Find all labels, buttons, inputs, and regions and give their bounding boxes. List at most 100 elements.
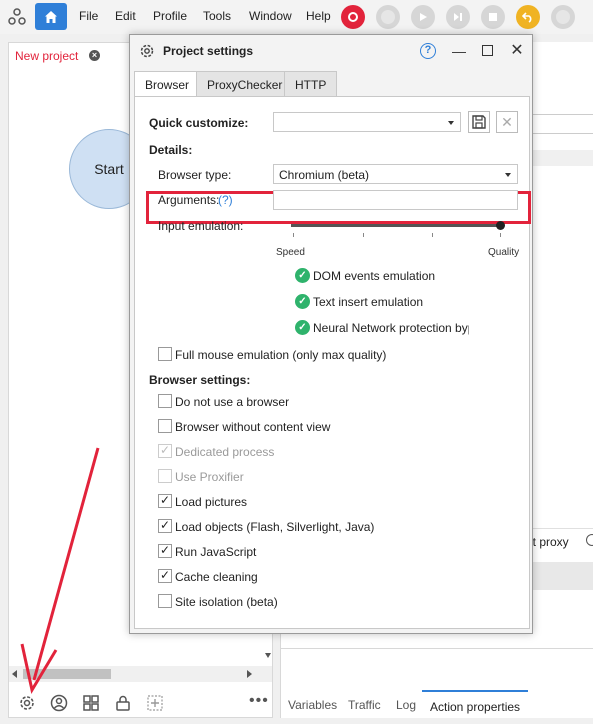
menu-file[interactable]: File — [79, 9, 98, 23]
browser-settings-label: Browser settings: — [149, 373, 251, 387]
full-mouse-label: Full mouse emulation (only max quality) — [175, 348, 387, 362]
browser-setting-checkbox — [158, 443, 172, 458]
browser-setting-label: Load pictures — [175, 495, 248, 509]
bottom-tab-bar: Variables Traffic Log Action properties — [280, 690, 593, 720]
play-button[interactable] — [411, 5, 435, 29]
browser-setting-checkbox[interactable] — [158, 493, 172, 508]
emulation-feature: Text insert emulation — [313, 295, 424, 309]
browser-setting-checkbox[interactable] — [158, 518, 172, 533]
record-icon — [348, 12, 358, 22]
help-icon[interactable]: ? — [420, 43, 436, 59]
close-icon[interactable]: × — [89, 50, 100, 61]
emulation-feature: DOM events emulation — [313, 269, 436, 283]
browser-setting-checkbox[interactable] — [158, 419, 172, 433]
home-icon — [45, 10, 57, 23]
menu-profile[interactable]: Profile — [153, 9, 187, 23]
menu-window[interactable]: Window — [249, 9, 292, 23]
browser-setting-label: Do not use a browser — [175, 395, 290, 409]
browser-setting-label: Dedicated process — [175, 445, 275, 459]
save-preset-button[interactable] — [468, 111, 490, 133]
browser-setting-checkbox[interactable] — [158, 394, 172, 408]
tab-traffic[interactable]: Traffic — [348, 698, 381, 712]
scroll-left-icon[interactable] — [12, 670, 17, 678]
browser-setting-checkbox[interactable] — [158, 568, 172, 583]
lock-icon[interactable] — [114, 694, 132, 712]
stop-button[interactable] — [481, 5, 505, 29]
chevron-down-icon — [505, 173, 511, 177]
quick-customize-label: Quick customize: — [149, 116, 249, 130]
browser-setting-label: Site isolation (beta) — [175, 595, 278, 609]
check-circle-icon: ✓ — [295, 320, 310, 335]
tab-action-properties[interactable]: Action properties — [422, 690, 529, 720]
input-emulation-slider-thumb[interactable] — [496, 221, 505, 230]
proxy-radio-icon[interactable] — [586, 534, 593, 546]
slider-min-label: Speed — [276, 247, 305, 258]
browser-setting-label: Run JavaScript — [175, 545, 257, 559]
arguments-input[interactable] — [273, 190, 518, 210]
record-button[interactable] — [341, 5, 365, 29]
more-options-icon[interactable]: ••• — [249, 692, 269, 710]
slider-tick — [293, 233, 294, 237]
details-label: Details: — [149, 143, 193, 157]
save-icon — [472, 115, 486, 129]
circle-icon — [556, 10, 570, 24]
browser-setting-checkbox[interactable] — [158, 594, 172, 608]
scroll-right-icon[interactable] — [247, 670, 252, 678]
browser-setting-label: Browser without content view — [175, 420, 331, 434]
slider-max-label: Quality — [488, 247, 520, 258]
undo-button[interactable] — [516, 5, 540, 29]
tab-log[interactable]: Log — [396, 698, 416, 712]
circle-icon — [381, 10, 395, 24]
input-emulation-slider-track[interactable] — [291, 224, 501, 227]
start-node-label: Start — [94, 161, 124, 177]
minimize-button[interactable]: — — [450, 42, 468, 60]
menu-help[interactable]: Help — [306, 9, 331, 23]
browser-setting-label: Use Proxifier — [175, 470, 244, 484]
project-settings-dialog: Project settings ? — ✕ Browser ProxyChec… — [129, 34, 533, 634]
browser-type-select[interactable]: Chromium (beta) — [273, 164, 518, 184]
browser-type-label: Browser type: — [158, 168, 232, 182]
add-block-icon[interactable] — [146, 694, 164, 712]
quick-customize-select[interactable] — [273, 112, 461, 132]
gear-icon — [140, 44, 154, 58]
scroll-down-icon[interactable] — [265, 653, 271, 658]
browser-setting-checkbox[interactable] — [158, 543, 172, 558]
tab-new-project[interactable]: New project × — [9, 43, 109, 71]
tab-variables[interactable]: Variables — [288, 698, 337, 712]
full-mouse-checkbox[interactable] — [158, 347, 172, 361]
next-step-button[interactable] — [446, 5, 470, 29]
emulation-feature: Neural Network protection bypas — [313, 321, 469, 335]
right-panel-input[interactable] — [531, 114, 593, 134]
maximize-button[interactable] — [482, 45, 493, 56]
skip-forward-icon — [454, 13, 462, 21]
check-circle-icon: ✓ — [295, 294, 310, 309]
home-button[interactable] — [35, 3, 67, 30]
divider — [281, 648, 593, 649]
tab-browser[interactable]: Browser — [134, 71, 201, 97]
menu-tools[interactable]: Tools — [203, 9, 231, 23]
close-button[interactable]: ✕ — [508, 42, 526, 60]
tab-proxychecker[interactable]: ProxyChecker — [196, 71, 294, 97]
menu-edit[interactable]: Edit — [115, 9, 136, 23]
annotation-arrow — [20, 447, 100, 695]
delete-preset-button[interactable]: ✕ — [496, 111, 518, 133]
browser-setting-label: Load objects (Flash, Silverlight, Java) — [175, 520, 375, 534]
undo-icon — [522, 12, 532, 23]
close-icon: ✕ — [501, 114, 513, 130]
browser-setting-checkbox — [158, 469, 172, 483]
tab-http[interactable]: HTTP — [284, 71, 338, 97]
top-toolbar: File Edit Profile Tools Window Help — [0, 0, 593, 34]
extra-toolbar-button[interactable] — [551, 5, 575, 29]
browser-settings-body: Quick customize: ✕ Details: Browser type… — [134, 96, 531, 629]
stop-icon — [489, 13, 497, 21]
app-logo-icon — [8, 8, 26, 25]
slider-tick — [363, 233, 364, 237]
arguments-help-link[interactable]: (?) — [218, 193, 233, 207]
dialog-tabs: Browser ProxyChecker HTTP — [134, 71, 530, 97]
dialog-title: Project settings — [163, 44, 254, 58]
step-button[interactable] — [376, 5, 400, 29]
emulation-feature-clip: Neural Network protection bypas — [313, 321, 469, 335]
arguments-label: Arguments: — [158, 193, 220, 207]
check-circle-icon: ✓ — [295, 268, 310, 283]
project-tab-label: New project — [15, 49, 79, 63]
